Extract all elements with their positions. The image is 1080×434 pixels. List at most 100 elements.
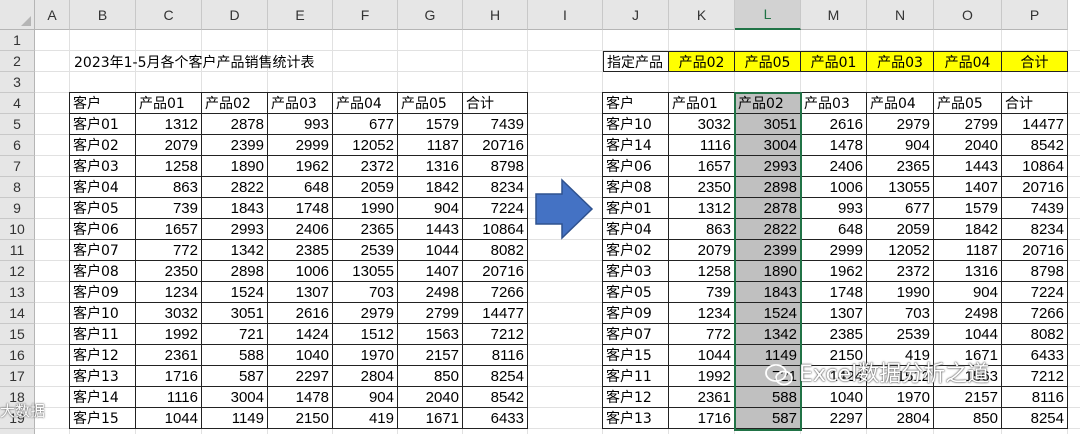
column-header-k[interactable]: K — [669, 0, 735, 30]
sorted-customer-cell[interactable]: 客户06 — [603, 156, 669, 177]
source-value-cell[interactable]: 3032 — [136, 303, 202, 324]
source-value-cell[interactable]: 7266 — [463, 282, 528, 303]
sorted-customer-cell[interactable]: 客户05 — [603, 282, 669, 303]
column-header-i[interactable]: I — [528, 0, 603, 30]
row-header-15[interactable]: 15 — [0, 324, 35, 345]
source-header-cell[interactable]: 产品05 — [398, 93, 463, 114]
sorted-value-cell[interactable]: 1524 — [735, 303, 801, 324]
sorted-value-cell[interactable]: 20716 — [1002, 177, 1068, 198]
sorted-value-cell[interactable]: 1890 — [735, 261, 801, 282]
source-value-cell[interactable]: 8082 — [463, 240, 528, 261]
sorted-value-cell[interactable]: 2297 — [801, 408, 867, 429]
sorted-value-cell[interactable]: 3051 — [735, 114, 801, 135]
row-header-16[interactable]: 16 — [0, 345, 35, 366]
sorted-value-cell[interactable]: 3004 — [735, 135, 801, 156]
source-value-cell[interactable]: 1657 — [136, 219, 202, 240]
source-value-cell[interactable]: 8254 — [463, 366, 528, 387]
sorted-value-cell[interactable]: 1258 — [669, 261, 735, 282]
sorted-value-cell[interactable]: 850 — [934, 408, 1002, 429]
sorted-value-cell[interactable]: 1407 — [934, 177, 1002, 198]
source-value-cell[interactable]: 1962 — [268, 156, 333, 177]
source-header-cell[interactable]: 客户 — [70, 93, 136, 114]
source-value-cell[interactable]: 721 — [202, 324, 268, 345]
sorted-value-cell[interactable]: 2079 — [669, 240, 735, 261]
sorted-value-cell[interactable]: 1312 — [669, 198, 735, 219]
row-header-20[interactable]: 20 — [0, 429, 35, 434]
source-value-cell[interactable]: 1524 — [202, 282, 268, 303]
column-header-h[interactable]: H — [463, 0, 528, 30]
source-value-cell[interactable]: 2999 — [268, 135, 333, 156]
source-value-cell[interactable]: 7212 — [463, 324, 528, 345]
sorted-value-cell[interactable]: 1187 — [934, 240, 1002, 261]
source-header-cell[interactable]: 合计 — [463, 93, 528, 114]
source-value-cell[interactable]: 1992 — [136, 324, 202, 345]
sorted-value-cell[interactable]: 1748 — [801, 282, 867, 303]
source-value-cell[interactable]: 2498 — [398, 282, 463, 303]
source-value-cell[interactable]: 2385 — [268, 240, 333, 261]
row-header-5[interactable]: 5 — [0, 114, 35, 135]
sorted-value-cell[interactable]: 588 — [735, 387, 801, 408]
sorted-value-cell[interactable]: 7224 — [1002, 282, 1068, 303]
source-value-cell[interactable]: 1316 — [398, 156, 463, 177]
source-value-cell[interactable]: 20716 — [463, 261, 528, 282]
column-header-j[interactable]: J — [603, 0, 669, 30]
row-header-7[interactable]: 7 — [0, 156, 35, 177]
source-value-cell[interactable]: 850 — [398, 366, 463, 387]
sorted-value-cell[interactable]: 1842 — [934, 219, 1002, 240]
row-header-14[interactable]: 14 — [0, 303, 35, 324]
source-value-cell[interactable]: 1307 — [268, 282, 333, 303]
source-value-cell[interactable]: 10864 — [463, 219, 528, 240]
source-header-cell[interactable]: 产品04 — [333, 93, 398, 114]
sorted-customer-cell[interactable]: 客户10 — [603, 114, 669, 135]
source-header-cell[interactable]: 产品03 — [268, 93, 333, 114]
source-customer-cell[interactable]: 客户03 — [70, 156, 136, 177]
sorted-value-cell[interactable]: 2385 — [801, 324, 867, 345]
sorted-value-cell[interactable]: 2993 — [735, 156, 801, 177]
spec-product-value[interactable]: 产品02 — [669, 51, 735, 72]
row-header-9[interactable]: 9 — [0, 198, 35, 219]
source-value-cell[interactable]: 1116 — [136, 387, 202, 408]
sorted-value-cell[interactable]: 2804 — [867, 408, 934, 429]
sorted-value-cell[interactable]: 2498 — [934, 303, 1002, 324]
sorted-value-cell[interactable]: 1234 — [669, 303, 735, 324]
sorted-customer-cell[interactable]: 客户08 — [603, 177, 669, 198]
source-value-cell[interactable]: 2350 — [136, 261, 202, 282]
source-customer-cell[interactable]: 客户13 — [70, 366, 136, 387]
source-value-cell[interactable]: 20716 — [463, 135, 528, 156]
source-value-cell[interactable]: 2406 — [268, 219, 333, 240]
sorted-value-cell[interactable]: 677 — [867, 198, 934, 219]
spec-product-value[interactable]: 合计 — [1002, 51, 1068, 72]
source-customer-cell[interactable]: 客户15 — [70, 408, 136, 429]
sorted-value-cell[interactable]: 2979 — [867, 114, 934, 135]
source-value-cell[interactable]: 12052 — [333, 135, 398, 156]
sorted-value-cell[interactable]: 1443 — [934, 156, 1002, 177]
sorted-value-cell[interactable]: 8254 — [1002, 408, 1068, 429]
column-header-m[interactable]: M — [801, 0, 867, 30]
sorted-value-cell[interactable]: 587 — [735, 408, 801, 429]
sorted-value-cell[interactable]: 2616 — [801, 114, 867, 135]
source-value-cell[interactable]: 3004 — [202, 387, 268, 408]
sorted-value-cell[interactable]: 2799 — [934, 114, 1002, 135]
source-value-cell[interactable]: 1579 — [398, 114, 463, 135]
sorted-value-cell[interactable]: 863 — [669, 219, 735, 240]
sorted-value-cell[interactable]: 20716 — [1002, 240, 1068, 261]
source-value-cell[interactable]: 1044 — [398, 240, 463, 261]
source-value-cell[interactable]: 8542 — [463, 387, 528, 408]
source-customer-cell[interactable]: 客户04 — [70, 177, 136, 198]
source-value-cell[interactable]: 2993 — [202, 219, 268, 240]
sorted-value-cell[interactable]: 1990 — [867, 282, 934, 303]
sorted-value-cell[interactable]: 1970 — [867, 387, 934, 408]
sorted-value-cell[interactable]: 2898 — [735, 177, 801, 198]
source-header-cell[interactable]: 产品01 — [136, 93, 202, 114]
source-value-cell[interactable]: 1671 — [398, 408, 463, 429]
source-value-cell[interactable]: 1187 — [398, 135, 463, 156]
source-value-cell[interactable]: 1512 — [333, 324, 398, 345]
sorted-value-cell[interactable]: 10864 — [1002, 156, 1068, 177]
sorted-customer-cell[interactable]: 客户01 — [603, 198, 669, 219]
sorted-value-cell[interactable]: 7266 — [1002, 303, 1068, 324]
sorted-value-cell[interactable]: 904 — [867, 135, 934, 156]
sorted-value-cell[interactable]: 7212 — [1002, 366, 1068, 387]
sorted-value-cell[interactable]: 1044 — [934, 324, 1002, 345]
source-value-cell[interactable]: 14477 — [463, 303, 528, 324]
source-customer-cell[interactable]: 客户11 — [70, 324, 136, 345]
